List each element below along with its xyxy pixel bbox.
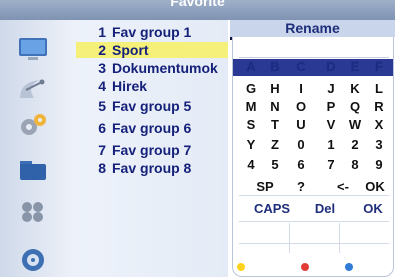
- key-1[interactable]: 1: [321, 137, 341, 153]
- key-u[interactable]: U: [291, 117, 311, 133]
- key-0[interactable]: 0: [291, 137, 311, 153]
- key-9[interactable]: 9: [369, 157, 389, 173]
- keyboard-row: G H I J K L: [233, 81, 393, 98]
- divider-line: [339, 223, 340, 253]
- key-p[interactable]: P: [321, 99, 341, 115]
- key-7[interactable]: 7: [321, 157, 341, 173]
- list-item[interactable]: 8 Fav group 8: [76, 160, 228, 176]
- folder-icon[interactable]: [16, 156, 50, 182]
- key-j[interactable]: J: [321, 81, 341, 97]
- dial-icon[interactable]: [16, 246, 50, 272]
- red-button-icon: [301, 263, 309, 271]
- divider-line: [239, 221, 389, 222]
- key-r[interactable]: R: [369, 99, 389, 115]
- blue-button-icon: [345, 263, 353, 271]
- question-key[interactable]: ?: [293, 179, 309, 195]
- key-h[interactable]: H: [265, 81, 285, 97]
- list-item[interactable]: 1 Fav group 1: [76, 24, 228, 40]
- key-3[interactable]: 3: [369, 137, 389, 153]
- key-d[interactable]: D: [321, 59, 341, 75]
- keyboard-row: S T U V W X: [233, 117, 393, 134]
- key-b[interactable]: B: [265, 59, 285, 75]
- keyboard-row: CAPS Del OK: [233, 201, 393, 218]
- key-8[interactable]: 8: [345, 157, 365, 173]
- ok-key[interactable]: OK: [361, 179, 389, 195]
- key-a[interactable]: A: [241, 59, 261, 75]
- key-i[interactable]: I: [291, 81, 311, 97]
- list-item[interactable]: 6 Fav group 6: [76, 120, 228, 136]
- keyboard-row: Y Z 0 1 2 3: [233, 137, 393, 154]
- key-z[interactable]: Z: [265, 137, 285, 153]
- space-key[interactable]: SP: [251, 179, 279, 195]
- key-v[interactable]: V: [321, 117, 341, 133]
- key-e[interactable]: E: [345, 59, 365, 75]
- key-t[interactable]: T: [265, 117, 285, 133]
- menu-icon-bar: [0, 20, 76, 277]
- satellite-dish-icon[interactable]: [16, 76, 50, 102]
- list-item[interactable]: 4 Hirek: [76, 78, 228, 94]
- key-k[interactable]: K: [345, 81, 365, 97]
- keyboard-row-highlighted: A B C D E F: [233, 59, 393, 76]
- favorite-group-list: 1 Fav group 1 2 Sport 3 Dokumentumok 4 H…: [76, 20, 228, 277]
- key-4[interactable]: 4: [241, 157, 261, 173]
- key-x[interactable]: X: [369, 117, 389, 133]
- list-item[interactable]: 5 Fav group 5: [76, 98, 228, 114]
- key-2[interactable]: 2: [345, 137, 365, 153]
- caps-key[interactable]: CAPS: [251, 201, 293, 217]
- keyboard-row: M N O P Q R: [233, 99, 393, 116]
- rename-header: Rename: [230, 20, 395, 37]
- key-q[interactable]: Q: [345, 99, 365, 115]
- keyboard-row: SP ? <- OK: [233, 179, 393, 196]
- rename-input-field[interactable]: [239, 39, 389, 58]
- rename-keyboard-panel: A B C D E F G H I J K L M N O P Q R S T …: [232, 37, 394, 277]
- keyboard-row: 4 5 6 7 8 9: [233, 157, 393, 174]
- key-6[interactable]: 6: [291, 157, 311, 173]
- screen: Favorite 1 Fav group 1 2 Sport 3 Dokumen…: [0, 0, 395, 277]
- game-controller-icon[interactable]: [16, 198, 50, 224]
- key-f[interactable]: F: [369, 59, 389, 75]
- key-c[interactable]: C: [291, 59, 311, 75]
- window-title: Favorite: [0, 0, 395, 20]
- key-n[interactable]: N: [265, 99, 285, 115]
- key-g[interactable]: G: [241, 81, 261, 97]
- key-w[interactable]: W: [345, 117, 365, 133]
- tv-icon[interactable]: [16, 36, 50, 62]
- key-s[interactable]: S: [241, 117, 261, 133]
- divider-line: [289, 223, 290, 253]
- list-item[interactable]: 3 Dokumentumok: [76, 60, 228, 76]
- ok-confirm-key[interactable]: OK: [359, 201, 387, 217]
- list-item[interactable]: 7 Fav group 7: [76, 142, 228, 158]
- divider-line: [239, 195, 389, 196]
- key-y[interactable]: Y: [241, 137, 261, 153]
- key-o[interactable]: O: [291, 99, 311, 115]
- settings-gears-icon[interactable]: [16, 112, 50, 138]
- backspace-key[interactable]: <-: [333, 179, 353, 195]
- divider-line: [239, 243, 389, 244]
- key-l[interactable]: L: [369, 81, 389, 97]
- key-5[interactable]: 5: [265, 157, 285, 173]
- key-m[interactable]: M: [241, 99, 261, 115]
- delete-key[interactable]: Del: [311, 201, 339, 217]
- yellow-button-icon: [237, 263, 245, 271]
- list-item-selected[interactable]: 2 Sport: [76, 42, 228, 58]
